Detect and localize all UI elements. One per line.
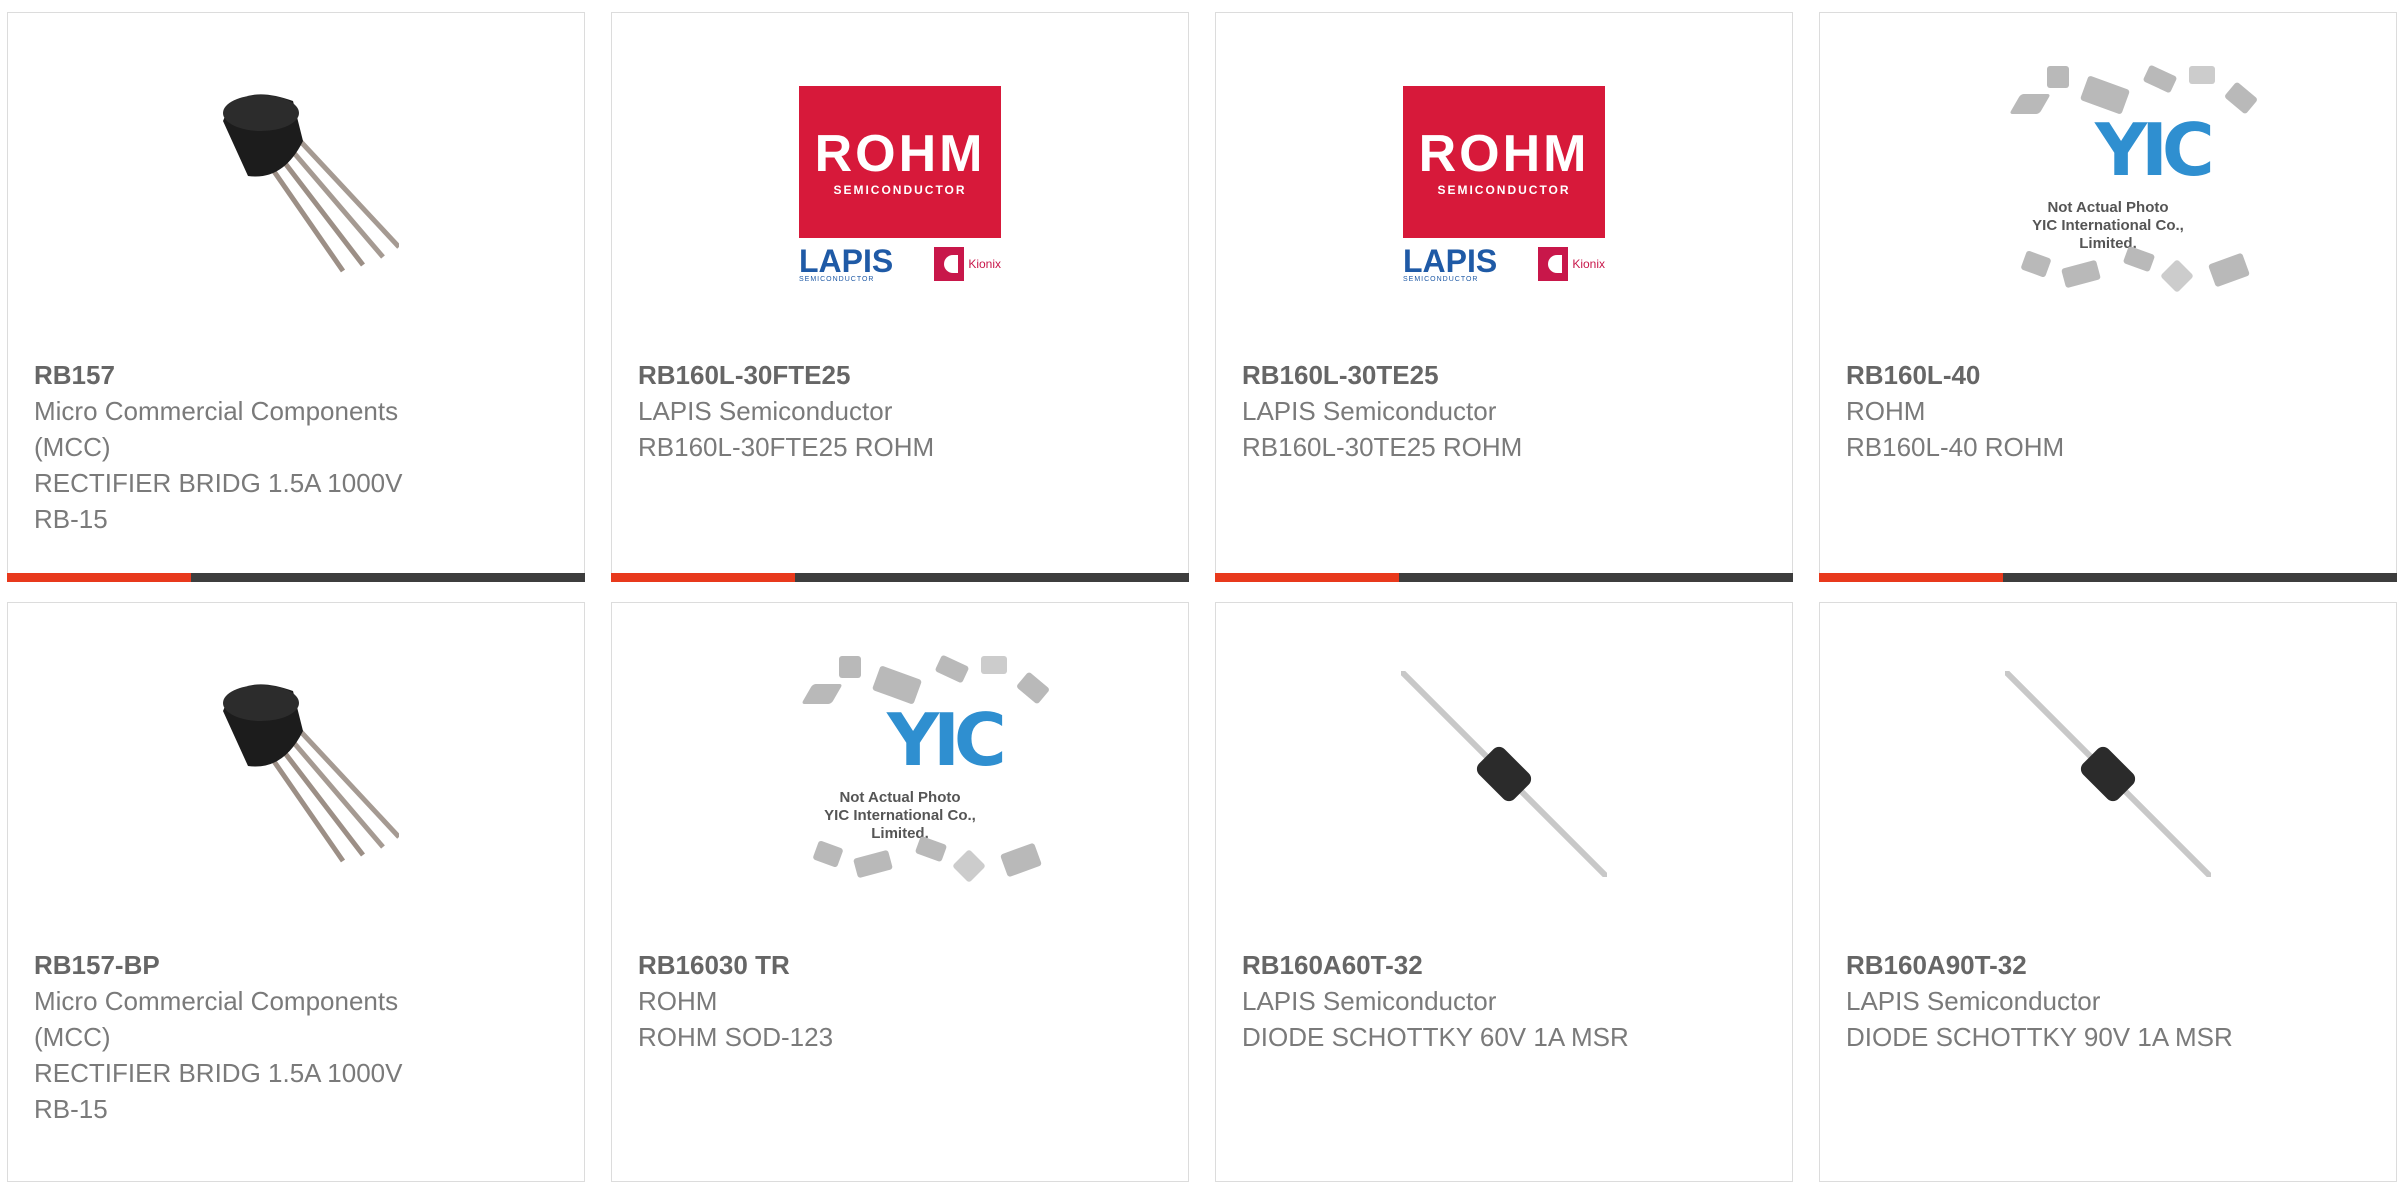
manufacturer: LAPIS Semiconductor [1242,396,1497,426]
manufacturer: Micro Commercial Components [34,986,399,1016]
part-number[interactable]: RB160A90T-32 [1846,947,2286,983]
card-bottom-bar [1819,573,2397,582]
part-number[interactable]: RB157-BP [34,947,474,983]
product-card[interactable]: YIC Not Actual Photo YIC International Co… [1819,12,2397,582]
part-number[interactable]: RB160L-30TE25 [1242,357,1682,393]
manufacturer: LAPIS Semiconductor [1242,986,1497,1016]
manufacturer-abbr: (MCC) [34,1022,111,1052]
product-info: RB160A90T-32 LAPIS Semiconductor DIODE S… [1846,947,2286,1055]
yic-not-actual-photo: YIC Not Actual Photo YIC International Co… [797,654,1051,883]
product-card[interactable]: RB157 Micro Commercial Components (MCC) … [7,12,585,582]
product-info: RB160L-30TE25 LAPIS Semiconductor RB160L… [1242,357,1682,465]
description: RECTIFIER BRIDG 1.5A 1000V [34,468,403,498]
manufacturer: LAPIS Semiconductor [638,396,893,426]
product-grid: RB157 Micro Commercial Components (MCC) … [0,0,2400,1182]
manufacturer-abbr: (MCC) [34,432,111,462]
card-bottom-bar [611,573,1189,582]
description: RB160L-30TE25 ROHM [1242,432,1523,462]
product-card[interactable]: RB160A90T-32 LAPIS Semiconductor DIODE S… [1819,602,2397,1182]
manufacturer: Micro Commercial Components [34,396,399,426]
part-number[interactable]: RB157 [34,357,474,393]
rohm-lapis-kionix-logo: ROHM SEMICONDUCTOR LAPIS SEMICONDUCTOR K… [797,81,1003,287]
product-info: RB160A60T-32 LAPIS Semiconductor DIODE S… [1242,947,1682,1055]
yic-not-actual-photo: YIC Not Actual Photo YIC International Co… [2005,64,2259,293]
manufacturer: LAPIS Semiconductor [1846,986,2101,1016]
axial-diode-icon [2005,671,2211,877]
axial-diode-icon [1401,671,1607,877]
product-info: RB157-BP Micro Commercial Components (MC… [34,947,474,1127]
package: RB-15 [34,504,108,534]
manufacturer: ROHM [638,986,718,1016]
package: RB-15 [34,1094,108,1124]
card-bottom-bar [1215,573,1793,582]
product-info: RB157 Micro Commercial Components (MCC) … [34,357,474,537]
product-card[interactable]: ROHM SEMICONDUCTOR LAPIS SEMICONDUCTOR K… [1215,12,1793,582]
part-number[interactable]: RB160A60T-32 [1242,947,1682,983]
product-card[interactable]: RB160A60T-32 LAPIS Semiconductor DIODE S… [1215,602,1793,1182]
description: RB160L-30FTE25 ROHM [638,432,935,462]
description: RECTIFIER BRIDG 1.5A 1000V [34,1058,403,1088]
product-card[interactable]: RB157-BP Micro Commercial Components (MC… [7,602,585,1182]
product-card[interactable]: ROHM SEMICONDUCTOR LAPIS SEMICONDUCTOR K… [611,12,1189,582]
bridge-rectifier-icon [193,81,399,287]
card-bottom-bar [7,573,585,582]
description: DIODE SCHOTTKY 60V 1A MSR [1242,1022,1629,1052]
rohm-lapis-kionix-logo: ROHM SEMICONDUCTOR LAPIS SEMICONDUCTOR K… [1401,81,1607,287]
part-number[interactable]: RB160L-40 [1846,357,2286,393]
product-info: RB16030 TR ROHM ROHM SOD-123 [638,947,1078,1055]
description: ROHM SOD-123 [638,1022,834,1052]
product-info: RB160L-40 ROHM RB160L-40 ROHM [1846,357,2286,465]
description: DIODE SCHOTTKY 90V 1A MSR [1846,1022,2233,1052]
product-card[interactable]: YIC Not Actual Photo YIC International Co… [611,602,1189,1182]
manufacturer: ROHM [1846,396,1926,426]
bridge-rectifier-icon [193,671,399,877]
part-number[interactable]: RB16030 TR [638,947,1078,983]
product-info: RB160L-30FTE25 LAPIS Semiconductor RB160… [638,357,1078,465]
description: RB160L-40 ROHM [1846,432,2065,462]
part-number[interactable]: RB160L-30FTE25 [638,357,1078,393]
